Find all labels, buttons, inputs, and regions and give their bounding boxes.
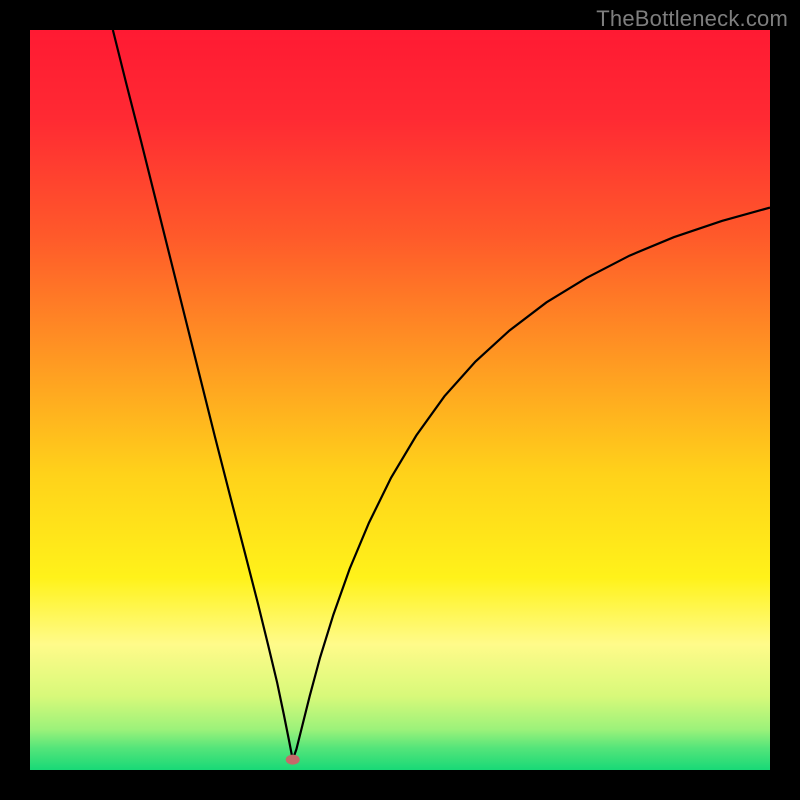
- watermark-label: TheBottleneck.com: [596, 6, 788, 32]
- plot-svg: [30, 30, 770, 770]
- minimum-marker: [286, 755, 300, 765]
- chart-frame: TheBottleneck.com: [0, 0, 800, 800]
